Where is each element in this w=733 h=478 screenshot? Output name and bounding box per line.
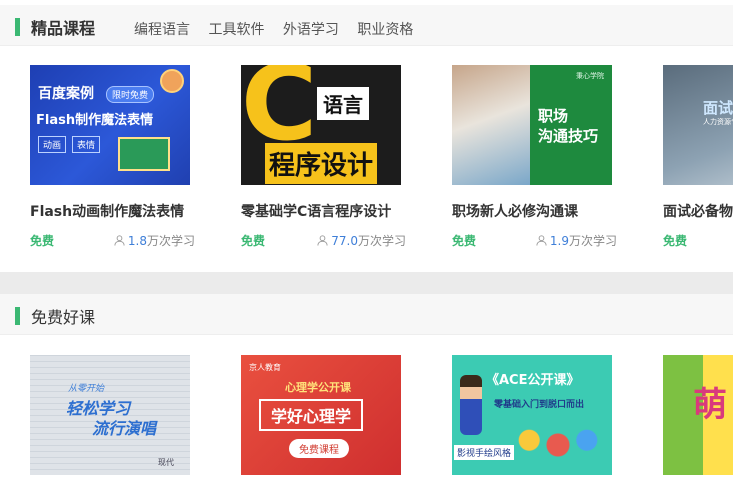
tab-certification[interactable]: 职业资格 xyxy=(357,22,413,38)
price-label: 免费 xyxy=(241,234,266,248)
learn-count-number: 1.8 xyxy=(127,234,147,248)
course-meta: 免费 77.0万次学习 xyxy=(241,232,406,249)
thumb-line2: 人力资源专家为您 xyxy=(703,118,733,126)
thumb-line1: 心理学公开课 xyxy=(285,381,351,394)
course-card[interactable]: 百度案例 限时免费 Flash制作魔法表情 动画 表情 Flash动画制作魔法表… xyxy=(30,65,220,248)
user-icon xyxy=(536,235,547,246)
course-thumbnail[interactable]: 从零开始 轻松学习 流行演唱 现代 xyxy=(30,355,190,475)
course-card[interactable]: 萌 xyxy=(663,355,733,475)
learn-count: 1.9万次学习 xyxy=(536,232,617,249)
photo-hands-image xyxy=(452,65,530,185)
learn-count-unit: 万次学习 xyxy=(357,234,406,248)
kids-illustration xyxy=(510,421,606,469)
thumb-brand: 京人教育 xyxy=(249,363,281,372)
learn-count-number: 77.0 xyxy=(331,234,358,248)
thumb-word1: 语言 xyxy=(317,87,369,120)
course-thumbnail[interactable]: 百度案例 限时免费 Flash制作魔法表情 动画 表情 xyxy=(30,65,190,185)
learn-count-unit: 万次学习 xyxy=(146,234,195,248)
course-thumbnail[interactable]: 《ACE公开课》 零基础入门到脱口而出 影视手绘风格 xyxy=(452,355,612,475)
thumb-line2: 流行演唱 xyxy=(92,419,157,438)
section-title: 免费好课 xyxy=(31,308,96,327)
tab-languages[interactable]: 外语学习 xyxy=(283,22,339,38)
teacher-illustration xyxy=(460,375,482,435)
section-accent-bar xyxy=(15,18,20,36)
thumb-line2: 学好心理学 xyxy=(259,399,364,431)
course-thumbnail[interactable]: C 语言 程序设计 xyxy=(241,65,401,185)
learn-count: 77.0万次学习 xyxy=(317,232,406,249)
price-label: 免费 xyxy=(30,234,55,248)
thumb-badge: 限时免费 xyxy=(106,86,155,103)
course-thumbnail[interactable]: 萌 xyxy=(663,355,733,475)
tab-tools[interactable]: 工具软件 xyxy=(208,22,264,38)
course-title[interactable]: 职场新人必修沟通课 xyxy=(452,201,578,221)
course-card[interactable]: 京人教育 心理学公开课 学好心理学 免费课程 xyxy=(241,355,431,475)
thumb-line3: 影视手绘风格 xyxy=(454,445,515,460)
section-title: 精品课程 xyxy=(31,19,96,38)
user-icon xyxy=(114,235,125,246)
user-icon xyxy=(317,235,328,246)
course-title[interactable]: 零基础学C语言程序设计 xyxy=(241,201,391,221)
course-thumbnail[interactable]: 秉心学院 职场 沟通技巧 xyxy=(452,65,612,185)
course-title[interactable]: Flash动画制作魔法表情 xyxy=(30,201,184,221)
course-card[interactable]: 秉心学院 职场 沟通技巧 职场新人必修沟通课 免费 1.9万次学习 xyxy=(452,65,642,248)
tab-programming[interactable]: 编程语言 xyxy=(134,22,190,38)
thumb-tag2: 表情 xyxy=(72,136,101,153)
course-thumbnail[interactable]: 京人教育 心理学公开课 学好心理学 免费课程 xyxy=(241,355,401,475)
course-meta: 免费 1.8万次学习 xyxy=(30,232,195,249)
section-header: 精品课程 编程语言 工具软件 外语学习 职业资格 xyxy=(0,5,733,46)
price-label: 免费 xyxy=(663,234,688,248)
category-tabs: 编程语言 工具软件 外语学习 职业资格 xyxy=(134,19,427,39)
thumb-line0: 从零开始 xyxy=(68,384,105,394)
course-card[interactable]: C 语言 程序设计 零基础学C语言程序设计 免费 77.0万次学习 xyxy=(241,65,431,248)
thumb-line2: Flash制作魔法表情 xyxy=(36,113,154,128)
thumb-word2: 程序设计 xyxy=(265,143,378,184)
thumb-brand: 秉心学院 xyxy=(576,72,604,80)
learn-count-unit: 万次学习 xyxy=(568,234,617,248)
thumb-line2: 零基础入门到脱口而出 xyxy=(494,400,585,410)
thumb-btn: 免费课程 xyxy=(289,439,349,458)
price-label: 免费 xyxy=(452,234,477,248)
course-card[interactable]: 从零开始 轻松学习 流行演唱 现代 xyxy=(30,355,220,475)
course-title[interactable]: 面试必备物 xyxy=(663,201,733,221)
section-accent-bar xyxy=(15,307,20,325)
thumb-line1: 面试 xyxy=(703,99,733,117)
thumb-footer: 现代 xyxy=(158,458,174,467)
section-free-courses: 免费好课 从零开始 轻松学习 流行演唱 现代 京人教育 心理学公开课 学好心理学… xyxy=(0,294,733,478)
course-thumbnail[interactable]: 面试 人力资源专家为您 xyxy=(663,65,733,185)
course-card[interactable]: 《ACE公开课》 零基础入门到脱口而出 影视手绘风格 xyxy=(452,355,642,475)
course-meta: 免费 xyxy=(663,232,733,249)
thumb-line2: 沟通技巧 xyxy=(538,127,599,145)
learn-count: 1.8万次学习 xyxy=(114,232,195,249)
thumb-letter: C xyxy=(241,65,318,164)
thumb-line1: 百度案例 xyxy=(38,86,94,102)
thumb-line1: 《ACE公开课》 xyxy=(486,373,580,388)
learn-count-number: 1.9 xyxy=(549,234,569,248)
section-premium-courses: 精品课程 编程语言 工具软件 外语学习 职业资格 百度案例 限时免费 Flash… xyxy=(0,0,733,272)
section-header: 免费好课 xyxy=(0,294,733,335)
mascot-icon xyxy=(160,69,184,93)
thumb-line1: 职场 xyxy=(538,107,569,125)
course-card[interactable]: 面试 人力资源专家为您 面试必备物 免费 xyxy=(663,65,733,265)
course-meta: 免费 1.9万次学习 xyxy=(452,232,617,249)
thumb-big: 萌 xyxy=(693,385,727,425)
thumb-tag1: 动画 xyxy=(38,136,67,153)
emoji-card-image xyxy=(118,137,170,171)
